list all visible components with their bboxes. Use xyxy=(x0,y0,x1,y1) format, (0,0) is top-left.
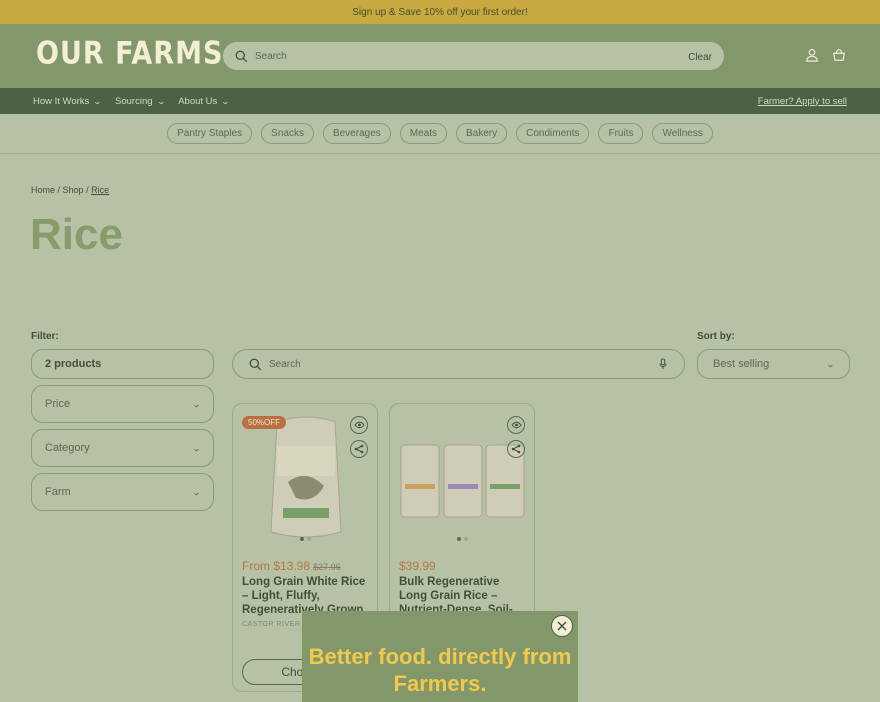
chip-bakery[interactable]: Bakery xyxy=(456,123,508,144)
share-icon[interactable] xyxy=(507,440,525,458)
chip-meats[interactable]: Meats xyxy=(399,123,447,144)
chevron-down-icon: ⌄ xyxy=(191,399,202,409)
breadcrumb-current[interactable]: Rice xyxy=(91,185,109,195)
breadcrumb-separator: / xyxy=(83,185,92,195)
search-icon xyxy=(249,358,262,370)
nav-item-how-it-works[interactable]: How It Works ⌄ xyxy=(33,95,103,107)
product-count: 2 products xyxy=(31,349,214,379)
nav-item-about-us[interactable]: About Us ⌄ xyxy=(178,95,231,107)
filter-category[interactable]: Category ⌄ xyxy=(31,429,214,467)
chip-pantry-staples[interactable]: Pantry Staples xyxy=(167,123,253,144)
pager-dot[interactable] xyxy=(306,537,311,541)
chevron-down-icon: ⌄ xyxy=(191,443,202,453)
cart-icon[interactable] xyxy=(832,48,846,62)
filter-price[interactable]: Price ⌄ xyxy=(31,385,214,423)
sort-select[interactable]: Best selling ⌄ xyxy=(697,349,850,379)
promo-text[interactable]: Sign up & Save 10% off your first order! xyxy=(352,7,527,18)
nav-item-label: About Us xyxy=(178,95,218,107)
filter-farm[interactable]: Farm ⌄ xyxy=(31,473,214,511)
nav-item-label: How It Works xyxy=(33,95,90,107)
account-icon[interactable] xyxy=(805,48,819,62)
chevron-down-icon: ⌄ xyxy=(191,487,202,497)
microphone-icon[interactable] xyxy=(658,358,668,370)
image-pager xyxy=(390,537,534,541)
page-title: Rice xyxy=(30,210,123,259)
breadcrumb-shop[interactable]: Shop xyxy=(63,185,84,195)
image-pager xyxy=(233,537,377,541)
eye-icon[interactable] xyxy=(507,416,525,434)
search-icon xyxy=(235,50,248,62)
chevron-down-icon: ⌄ xyxy=(92,96,103,106)
filter-label: Filter: xyxy=(31,331,59,342)
site-header: OUR FARMS Clear xyxy=(0,24,880,88)
product-search[interactable] xyxy=(232,349,685,379)
sort-value: Best selling xyxy=(713,358,770,370)
promo-banner[interactable]: Sign up & Save 10% off your first order! xyxy=(0,0,880,24)
close-icon[interactable] xyxy=(551,615,573,637)
product-image[interactable] xyxy=(263,412,349,540)
apply-to-sell-link[interactable]: Farmer? Apply to sell xyxy=(758,96,847,107)
pager-dot[interactable] xyxy=(299,537,304,541)
main-nav: How It Works ⌄ Sourcing ⌄ About Us ⌄ Farmer… xyxy=(0,88,880,114)
share-icon[interactable] xyxy=(350,440,368,458)
chevron-down-icon: ⌄ xyxy=(825,359,836,369)
price-compare: $27.96 xyxy=(313,562,341,572)
sort-label: Sort by: xyxy=(697,331,735,342)
category-chips: Pantry Staples Snacks Beverages Meats Ba… xyxy=(0,114,880,154)
nav-item-label: Sourcing xyxy=(115,95,153,107)
breadcrumb: Home / Shop / Rice xyxy=(31,185,109,195)
signup-popup: Better food. directly from Farmers. xyxy=(302,611,578,702)
filter-farm-label: Farm xyxy=(45,486,71,498)
pager-dot[interactable] xyxy=(456,537,461,541)
breadcrumb-home[interactable]: Home xyxy=(31,185,55,195)
product-search-input[interactable] xyxy=(269,358,658,370)
chip-wellness[interactable]: Wellness xyxy=(652,123,713,144)
popup-heading: Better food. directly from Farmers. xyxy=(308,644,572,696)
chip-beverages[interactable]: Beverages xyxy=(322,123,391,144)
chevron-down-icon: ⌄ xyxy=(156,96,166,106)
chip-condiments[interactable]: Condiments xyxy=(516,123,590,144)
sale-badge: 50%OFF xyxy=(242,416,287,429)
filter-category-label: Category xyxy=(45,442,90,454)
header-search-input[interactable] xyxy=(255,50,689,62)
price-current: $39.99 xyxy=(399,559,436,573)
nav-item-sourcing[interactable]: Sourcing ⌄ xyxy=(115,95,166,107)
pager-dot[interactable] xyxy=(463,537,468,541)
price-current: From $13.98 xyxy=(242,559,311,573)
chip-snacks[interactable]: Snacks xyxy=(261,123,314,144)
chevron-down-icon: ⌄ xyxy=(220,96,231,106)
breadcrumb-separator: / xyxy=(55,185,63,195)
product-price: From $13.98 $27.96 xyxy=(242,559,341,573)
logo[interactable]: OUR FARMS xyxy=(36,36,223,72)
product-count-text: 2 products xyxy=(45,358,102,370)
chip-fruits[interactable]: Fruits xyxy=(598,123,644,144)
product-price: $39.99 xyxy=(399,559,436,573)
filter-price-label: Price xyxy=(45,398,71,410)
eye-icon[interactable] xyxy=(350,416,368,434)
clear-button[interactable]: Clear xyxy=(688,52,712,63)
header-search[interactable]: Clear xyxy=(223,42,724,70)
